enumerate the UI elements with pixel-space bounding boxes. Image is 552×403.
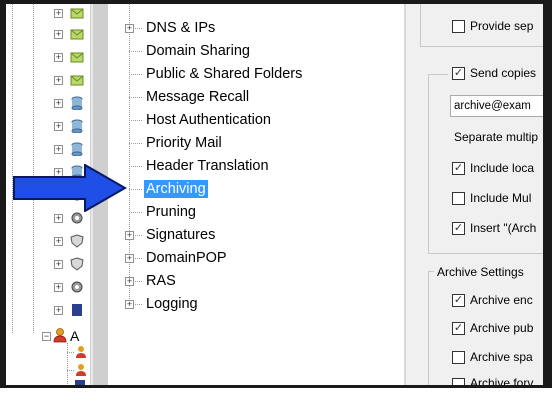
expand-expander[interactable]: + <box>125 231 134 240</box>
page-bottom-margin <box>0 388 552 403</box>
tree-branch-line <box>129 97 143 98</box>
archive-pub-checkbox[interactable]: ✓ <box>452 322 465 335</box>
tree-branch-line <box>67 370 75 371</box>
settings-tree-item-signatures[interactable]: Signatures <box>146 226 215 244</box>
tree-child-line <box>67 343 68 385</box>
shield-icon <box>70 257 84 271</box>
expand-expander[interactable]: + <box>125 24 134 33</box>
database-icon <box>70 96 84 111</box>
expand-expander[interactable]: + <box>125 300 134 309</box>
settings-tree-item-host-authentication[interactable]: Host Authentication <box>146 111 271 129</box>
settings-tree-item-domainpop[interactable]: DomainPOP <box>146 249 227 267</box>
expand-expander[interactable]: + <box>54 145 63 154</box>
expand-expander[interactable]: + <box>54 99 63 108</box>
settings-tree-item-header-translation[interactable]: Header Translation <box>146 157 269 175</box>
include-mul-label: Include Mul <box>470 191 532 205</box>
archive-pub-label: Archive pub <box>470 321 534 335</box>
provide-sep-label: Provide sep <box>470 19 534 33</box>
tree-branch-line <box>67 352 75 353</box>
archive-settings-title: Archive Settings <box>437 265 524 279</box>
archive-spa-checkbox[interactable] <box>452 351 465 364</box>
include-local-label: Include loca <box>470 161 535 175</box>
archive-address-input[interactable]: archive@exam <box>450 95 548 117</box>
expand-expander[interactable]: + <box>54 53 63 62</box>
mailbox-icon <box>70 6 84 20</box>
include-local-checkbox[interactable]: ✓ <box>452 162 465 175</box>
mailbox-icon <box>70 50 84 64</box>
tree-branch-line <box>129 74 143 75</box>
expand-expander[interactable]: + <box>54 237 63 246</box>
separate-multiple-label: Separate multip <box>454 130 539 144</box>
shield-icon <box>70 234 84 248</box>
settings-tree-item-pruning[interactable]: Pruning <box>146 203 196 221</box>
tree-branch-line <box>129 143 143 144</box>
expand-expander[interactable]: + <box>54 122 63 131</box>
expand-expander[interactable]: + <box>54 30 63 39</box>
tree-branch-line <box>129 51 143 52</box>
users-group-icon <box>53 328 67 348</box>
tree-branch-line <box>129 189 143 190</box>
expand-expander[interactable]: + <box>125 277 134 286</box>
provide-sep-checkbox[interactable] <box>452 20 465 33</box>
include-mul-checkbox[interactable] <box>452 192 465 205</box>
tree-branch-line <box>129 212 143 213</box>
archive-enc-label: Archive enc <box>470 293 533 307</box>
settings-tree-item-ras[interactable]: RAS <box>146 272 176 290</box>
expand-expander[interactable]: + <box>54 260 63 269</box>
settings-tree-item-message-recall[interactable]: Message Recall <box>146 88 249 106</box>
insert-arch-checkbox[interactable]: ✓ <box>452 222 465 235</box>
left-tree-partial-label[interactable]: A <box>70 327 79 345</box>
gear-icon <box>70 280 84 294</box>
expand-expander[interactable]: + <box>54 76 63 85</box>
settings-tree-item-archiving[interactable]: Archiving <box>144 180 208 198</box>
send-copies-label: Send copies <box>470 66 537 80</box>
send-copies-checkbox[interactable]: ✓ <box>452 67 465 80</box>
expand-expander[interactable]: + <box>125 254 134 263</box>
expand-expander[interactable]: + <box>54 9 63 18</box>
document-icon <box>70 303 84 317</box>
settings-tree-item-public-shared-folders[interactable]: Public & Shared Folders <box>146 65 302 83</box>
window-frame-right <box>543 0 552 388</box>
settings-tree-item-logging[interactable]: Logging <box>146 295 198 313</box>
database-icon <box>70 119 84 134</box>
pointer-arrow <box>13 163 128 217</box>
collapse-expander[interactable]: − <box>42 332 51 341</box>
insert-arch-label: Insert "(Arch <box>470 221 537 235</box>
settings-tree-item-dns-ips[interactable]: DNS & IPs <box>146 19 215 37</box>
database-icon <box>70 142 84 157</box>
mailbox-icon <box>70 73 84 87</box>
archive-spa-label: Archive spa <box>470 350 533 364</box>
settings-tree-item-priority-mail[interactable]: Priority Mail <box>146 134 222 152</box>
user-icon <box>75 345 87 364</box>
settings-tree-item-domain-sharing[interactable]: Domain Sharing <box>146 42 250 60</box>
archive-enc-checkbox[interactable]: ✓ <box>452 294 465 307</box>
expand-expander[interactable]: + <box>54 283 63 292</box>
expand-expander[interactable]: + <box>54 306 63 315</box>
tree-branch-line <box>129 120 143 121</box>
mailbox-icon <box>70 27 84 41</box>
tree-branch-line <box>129 166 143 167</box>
